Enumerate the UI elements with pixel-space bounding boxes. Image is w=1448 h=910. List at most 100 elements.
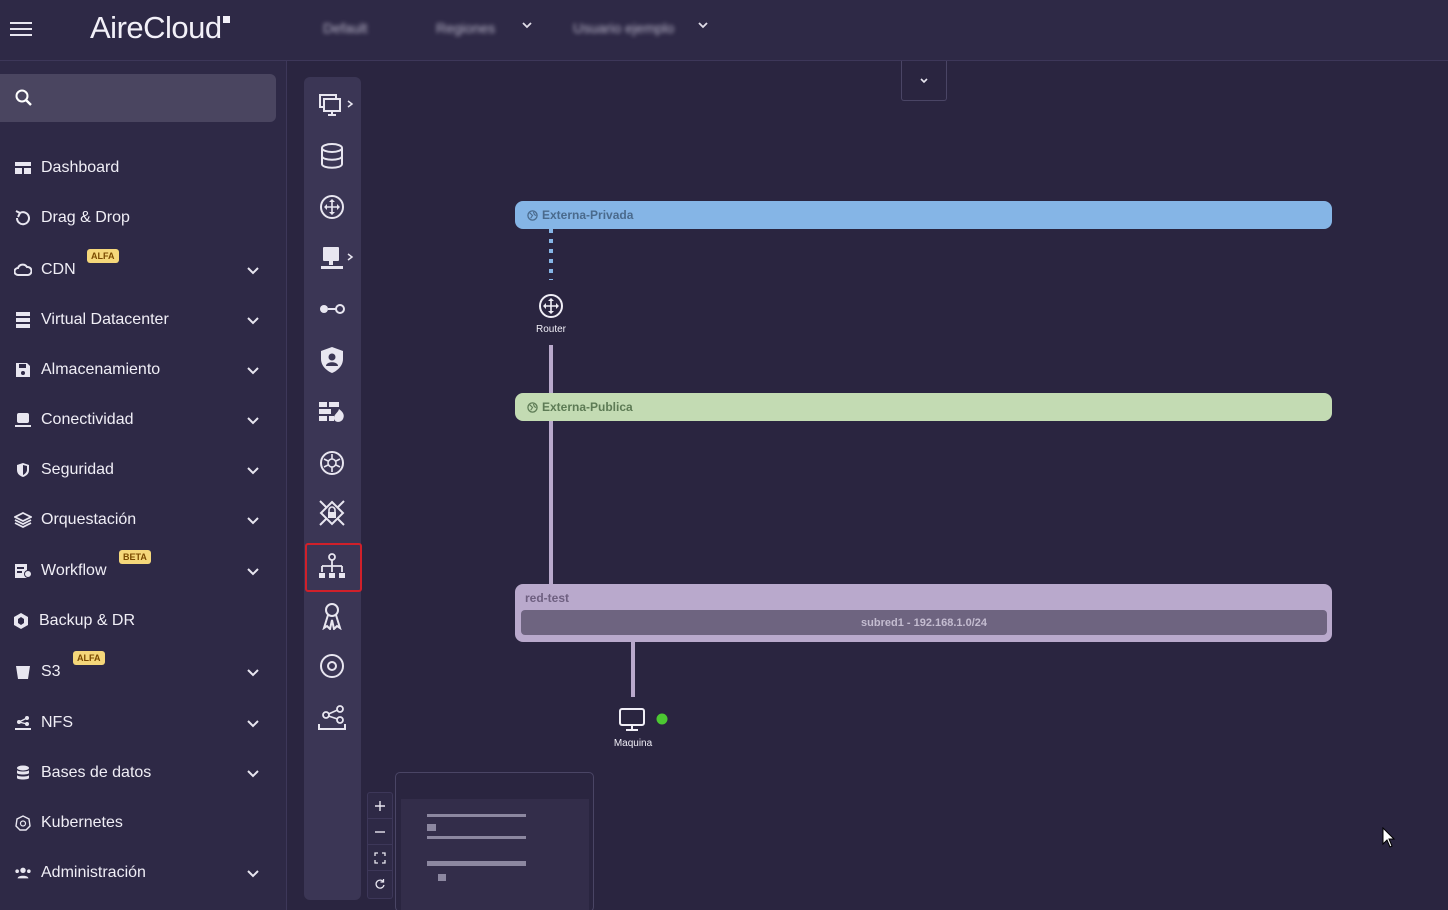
chevron-down-icon	[247, 669, 259, 677]
network-topology-icon[interactable]	[318, 553, 346, 581]
sidebar-item-administracion[interactable]: Administración	[0, 853, 286, 893]
share-icon[interactable]	[318, 704, 346, 732]
save-icon	[14, 361, 32, 379]
database-icon[interactable]	[318, 142, 346, 170]
chevron-down-icon[interactable]	[520, 18, 534, 32]
zoom-in-button[interactable]	[368, 793, 392, 819]
sidebar-item-kubernetes[interactable]: Kubernetes	[0, 803, 286, 843]
network-label: Externa-Privada	[542, 208, 634, 222]
chevron-right-icon	[347, 100, 354, 108]
users-icon	[14, 864, 32, 882]
sidebar-item-cdn[interactable]: CDN ALFA	[0, 249, 286, 290]
zoom-controls	[367, 792, 393, 899]
sidebar-item-workflow[interactable]: Workflow BETA	[0, 550, 286, 591]
chevron-down-icon	[247, 568, 259, 576]
network-label: red-test	[525, 591, 570, 605]
chevron-right-icon	[347, 253, 354, 261]
sidebar-item-label: Dashboard	[41, 159, 120, 176]
kubernetes-icon[interactable]	[318, 449, 346, 477]
user-selector[interactable]: Usuario ejemplo	[573, 20, 674, 36]
mouse-cursor	[1382, 827, 1396, 848]
sidebar-item-label: Almacenamiento	[41, 361, 161, 378]
vpn-icon[interactable]	[318, 499, 346, 527]
sidebar-item-orquestacion[interactable]: Orquestación	[0, 500, 286, 540]
menu-icon[interactable]	[10, 18, 32, 38]
sidebar-item-conectividad[interactable]: Conectividad	[0, 400, 286, 440]
sidebar-item-label: Administración	[41, 864, 146, 881]
firewall-icon[interactable]	[318, 398, 346, 426]
sidebar-item-nfs[interactable]: NFS	[0, 703, 286, 743]
sidebar-item-label: Workflow	[41, 562, 107, 579]
sidebar-item-dashboard[interactable]: Dashboard	[0, 148, 286, 188]
shield-icon	[14, 461, 32, 479]
sidebar-item-label: Bases de datos	[41, 764, 152, 781]
disk-icon[interactable]	[318, 652, 346, 680]
sidebar-item-label: Conectividad	[41, 411, 134, 428]
router-icon	[539, 294, 563, 318]
network-externa-publica[interactable]: Externa-Publica	[515, 393, 1332, 421]
subnet-label: subred1 - 192.168.1.0/24	[861, 616, 987, 629]
sidebar-item-virtual-datacenter[interactable]: Virtual Datacenter	[0, 300, 286, 340]
machine-label: Maquina	[613, 738, 653, 749]
plus-icon	[375, 800, 385, 811]
backup-icon	[12, 612, 30, 630]
server-icon	[14, 311, 32, 329]
desktop-icon[interactable]	[318, 244, 346, 272]
sidebar: Dashboard Drag & Drop CDN ALFA Virtual D…	[0, 61, 287, 910]
sidebar-item-almacenamiento[interactable]: Almacenamiento	[0, 350, 286, 390]
chevron-down-icon	[247, 770, 259, 778]
region-selector[interactable]: Regiones	[436, 20, 495, 36]
search-box[interactable]	[0, 74, 276, 122]
search-icon	[15, 89, 32, 106]
chevron-down-icon	[247, 417, 259, 425]
sidebar-item-label: CDN	[41, 261, 76, 278]
collapse-panel-button[interactable]	[901, 61, 947, 101]
sidebar-item-label: Orquestación	[41, 511, 137, 528]
minus-icon	[375, 830, 385, 833]
app-logo[interactable]: AireCloud	[90, 10, 230, 46]
monitor-icon[interactable]	[318, 91, 346, 119]
reset-view-button[interactable]	[368, 871, 392, 897]
layers-icon	[14, 511, 32, 529]
shield-user-icon[interactable]	[318, 346, 346, 374]
sidebar-item-label: Drag & Drop	[41, 209, 130, 226]
drag-drop-icon	[14, 209, 32, 227]
app-brand: AireCloud	[90, 10, 222, 45]
minimap-diagram	[427, 814, 526, 881]
sidebar-item-drag-drop[interactable]: Drag & Drop	[0, 198, 286, 238]
sidebar-item-label: Seguridad	[41, 461, 114, 478]
globe-icon	[527, 401, 538, 413]
status-indicator	[655, 712, 669, 726]
project-selector[interactable]: Default	[323, 20, 367, 36]
subnet-bar[interactable]: subred1 - 192.168.1.0/24	[521, 610, 1327, 635]
router-node[interactable]	[538, 293, 564, 319]
top-bar: AireCloud Default Regiones Usuario ejemp…	[0, 0, 1448, 61]
network-externa-privada[interactable]: Externa-Privada	[515, 201, 1332, 229]
chevron-down-icon	[247, 317, 259, 325]
key-link-icon[interactable]	[318, 295, 346, 323]
chevron-down-icon	[247, 720, 259, 728]
refresh-icon	[375, 879, 385, 889]
chevron-down-icon	[247, 267, 259, 275]
sidebar-item-backup-dr[interactable]: Backup & DR	[0, 601, 286, 641]
sidebar-item-bases-de-datos[interactable]: Bases de datos	[0, 753, 286, 793]
minimap[interactable]	[395, 772, 594, 910]
chevron-down-icon	[247, 517, 259, 525]
badge-icon[interactable]	[318, 602, 346, 630]
zoom-out-button[interactable]	[368, 819, 392, 845]
search-input[interactable]	[44, 84, 264, 112]
fit-view-button[interactable]	[368, 845, 392, 871]
sidebar-item-label: Kubernetes	[41, 814, 123, 831]
kubernetes-icon	[14, 814, 32, 832]
cloud-icon	[14, 261, 32, 279]
chevron-down-icon[interactable]	[696, 18, 710, 32]
chevron-down-icon	[247, 367, 259, 375]
fullscreen-icon	[374, 851, 386, 864]
sidebar-item-seguridad[interactable]: Seguridad	[0, 450, 286, 490]
router-icon[interactable]	[318, 193, 346, 221]
sidebar-item-label: Backup & DR	[39, 612, 136, 629]
sidebar-item-s3[interactable]: S3 ALFA	[0, 651, 286, 692]
dashboard-icon	[14, 159, 32, 177]
machine-node[interactable]	[618, 707, 646, 733]
chevron-down-icon	[920, 77, 928, 83]
